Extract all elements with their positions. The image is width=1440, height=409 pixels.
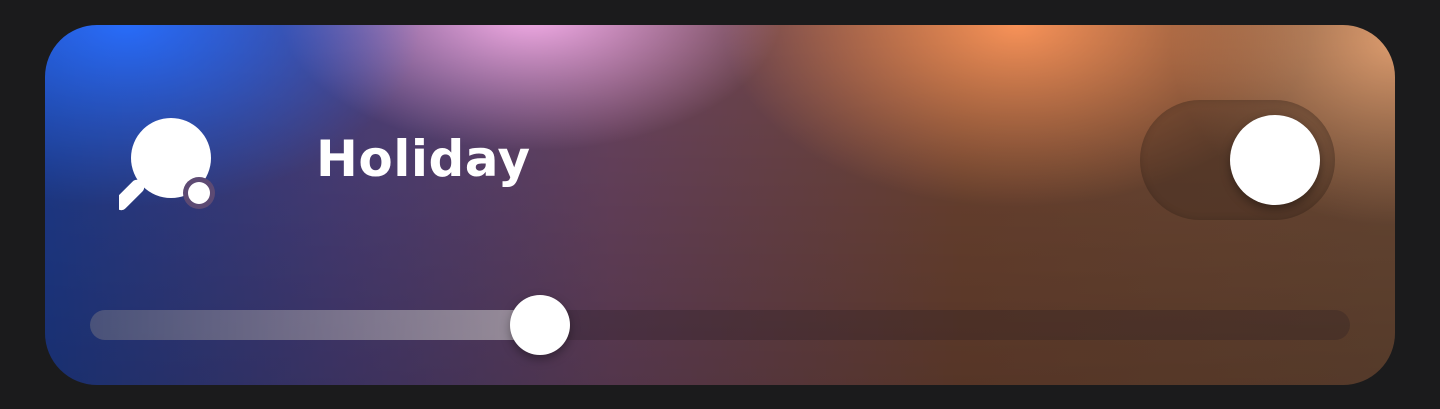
table-tennis-icon [113, 113, 219, 213]
toggle-knob[interactable] [1230, 115, 1320, 205]
brightness-slider[interactable] [90, 295, 1350, 355]
slider-thumb[interactable] [509, 295, 570, 355]
scene-title: Holiday [316, 130, 531, 188]
holiday-scene-card[interactable]: Holiday [45, 25, 1395, 385]
scene-toggle[interactable] [1140, 100, 1335, 220]
slider-fill [90, 310, 540, 340]
